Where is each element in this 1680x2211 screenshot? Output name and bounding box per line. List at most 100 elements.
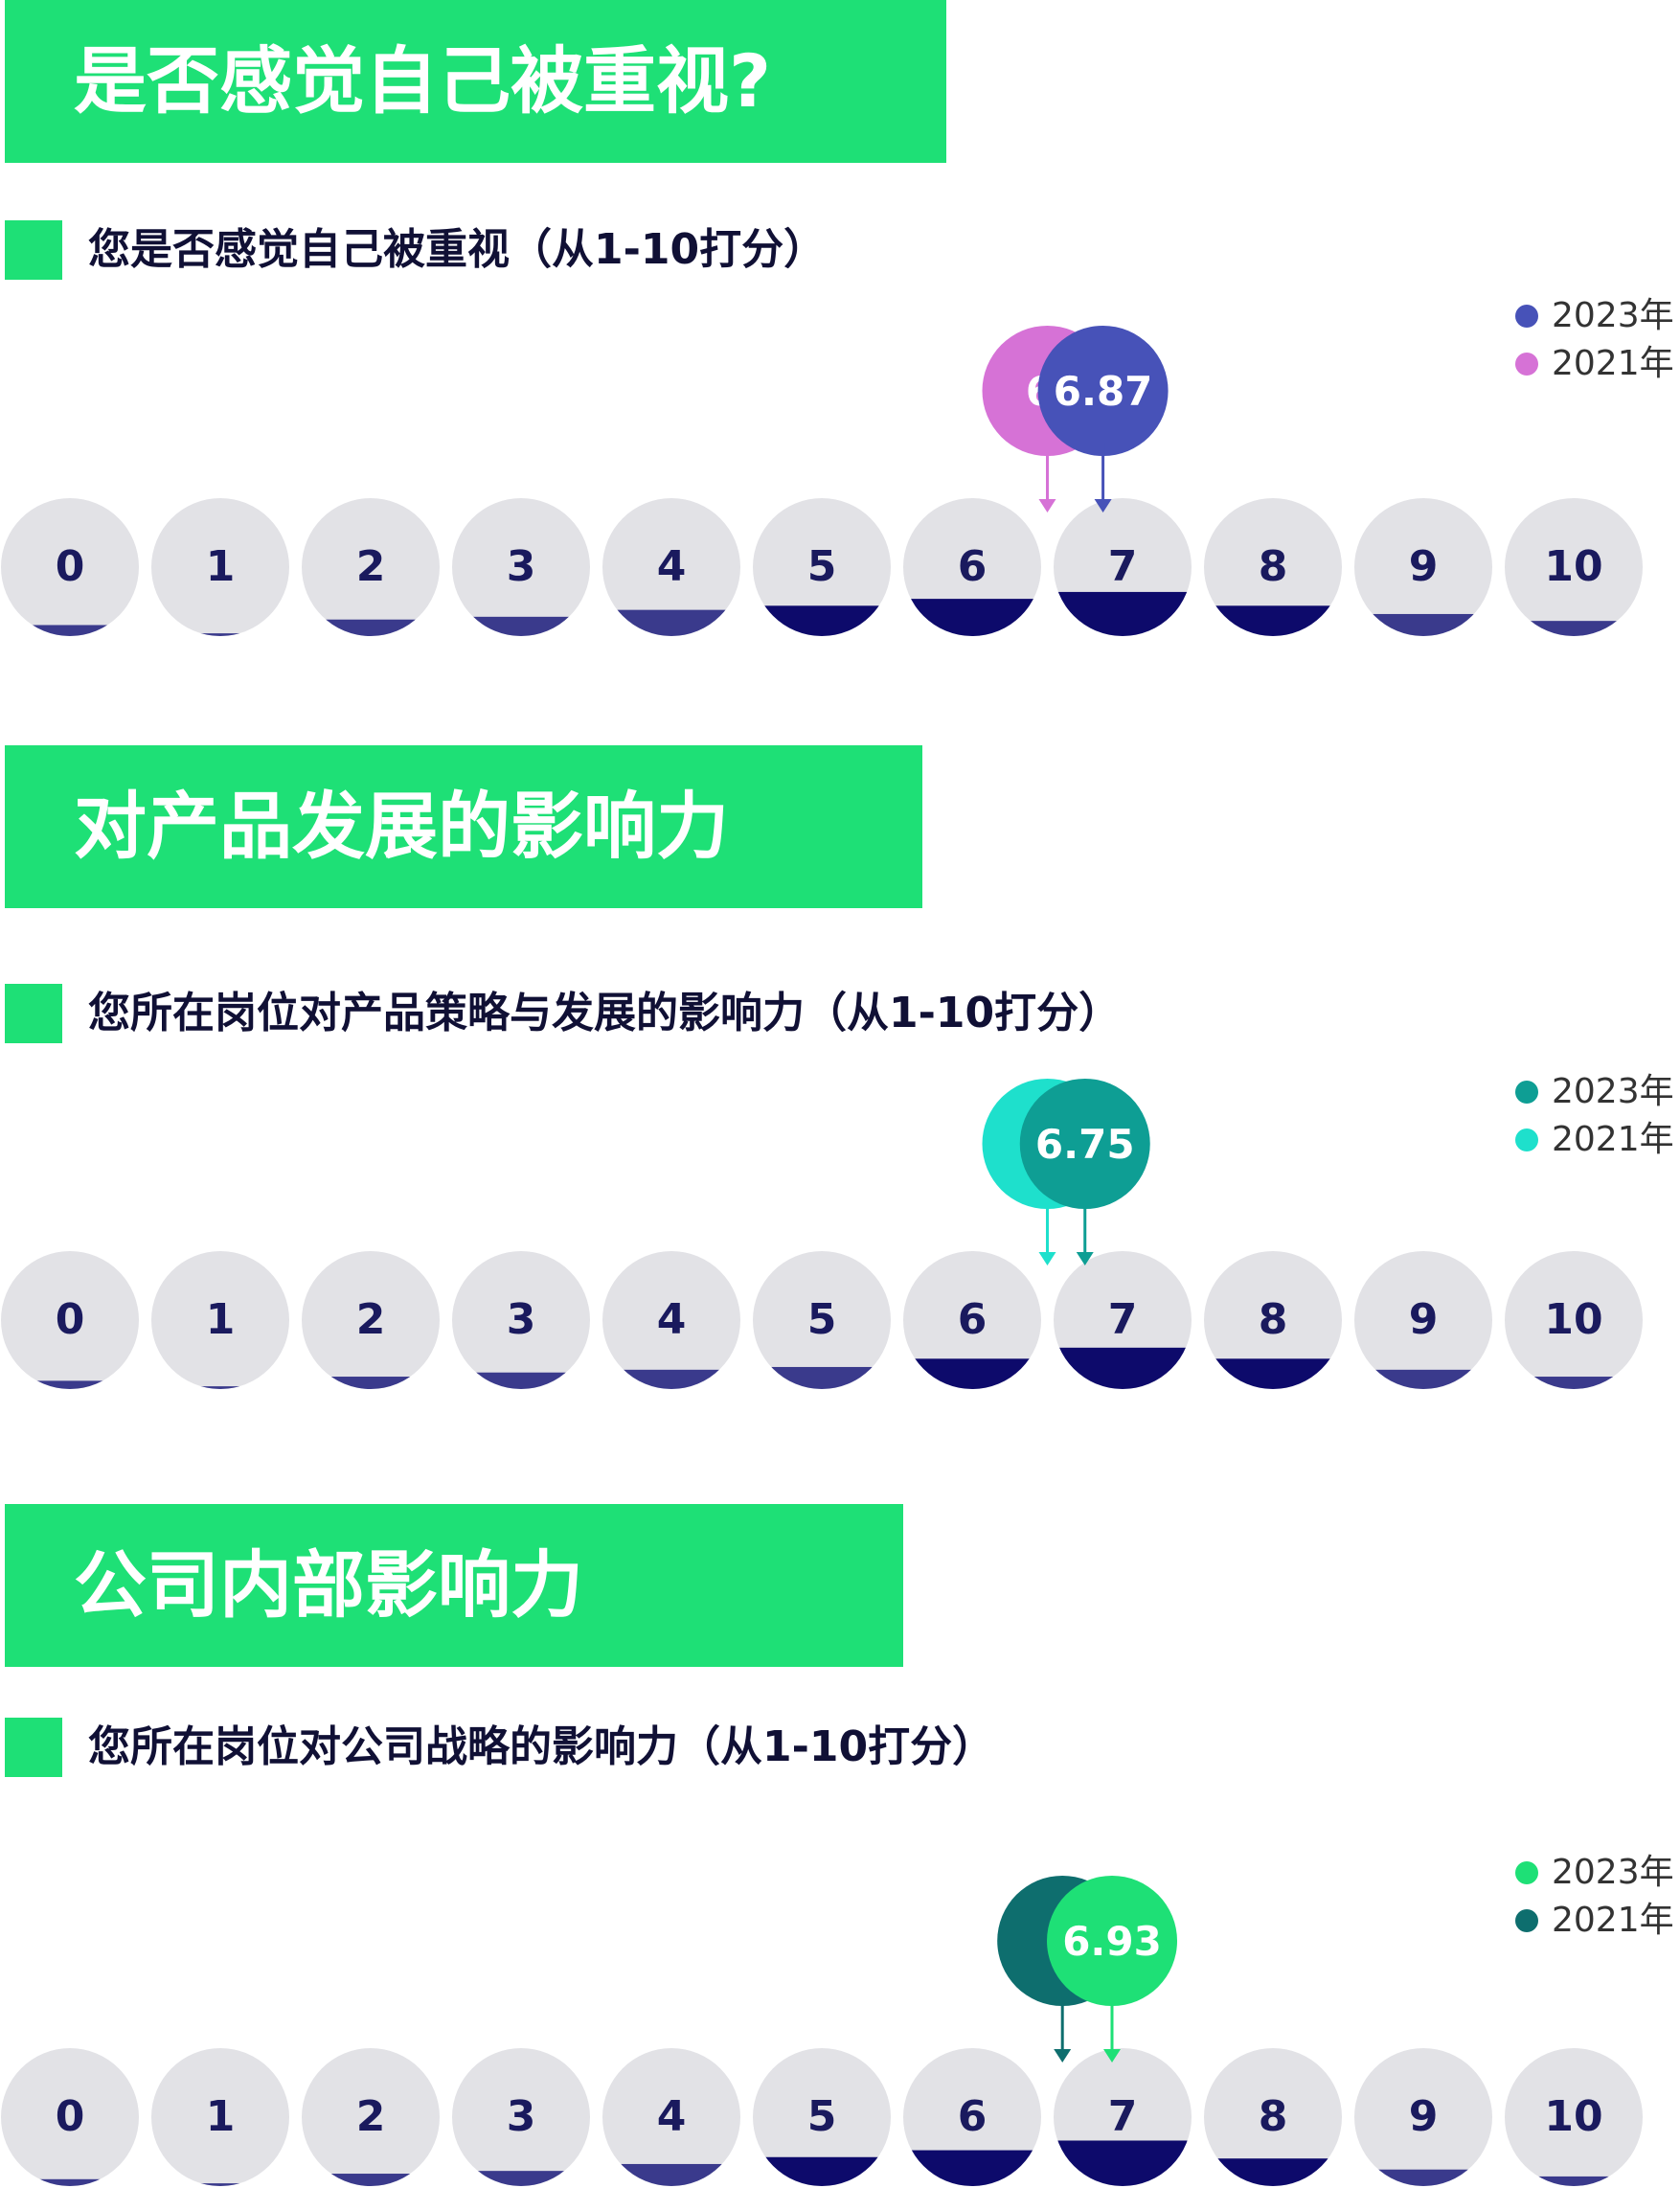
scale-label: 2 [356, 2092, 386, 2141]
mean-arrow-head [1054, 2049, 1072, 2063]
scale-fill-bar [753, 605, 891, 636]
scale-label: 4 [657, 542, 687, 591]
section-title: 是否感觉自己被重视? [74, 38, 772, 124]
mean-label: 6.75 [1035, 1121, 1135, 1168]
scale-label: 1 [206, 542, 236, 591]
section-valued: 是否感觉自己被重视? 您是否感觉自己被重视（从1-10打分） 2023年 202… [0, 0, 1680, 651]
rating-chart: 01234567891066.75 [1, 1079, 1643, 1389]
scale-point-9: 9 [1354, 498, 1492, 636]
scale-label: 8 [1259, 1295, 1288, 1344]
scale-point-6: 6 [903, 2048, 1041, 2186]
scale-fill-bar [1204, 1358, 1342, 1389]
section-product-influence: 对产品发展的影响力 您所在岗位对产品策略与发展的影响力（从1-10打分） 202… [0, 745, 1680, 1397]
scale-label: 0 [56, 2092, 85, 2141]
scale-point-8: 8 [1204, 2048, 1342, 2186]
question-text: 您所在岗位对产品策略与发展的影响力（从1-10打分） [88, 989, 1122, 1037]
scale-point-7: 7 [1054, 2048, 1192, 2186]
scale-fill-bar [602, 609, 740, 636]
scale-fill-bar [1354, 613, 1492, 636]
scale-fill-bar [903, 599, 1041, 636]
scale-label: 0 [56, 1295, 85, 1344]
scale-label: 5 [807, 2092, 837, 2141]
mean-marker-2023年: 6.75 [1019, 1079, 1150, 1265]
scale-point-0: 0 [1, 2048, 139, 2186]
scale-fill-bar [151, 2183, 289, 2186]
scale-point-1: 1 [151, 2048, 289, 2186]
scale-fill-bar [151, 1386, 289, 1389]
scale-fill-bar [602, 1369, 740, 1389]
scale-point-4: 4 [602, 498, 740, 636]
scale-fill-bar [1204, 605, 1342, 636]
scale-fill-bar [1054, 591, 1192, 636]
mean-arrow-head [1038, 499, 1056, 513]
section-title: 公司内部影响力 [74, 1542, 583, 1628]
section-banner: 公司内部影响力 [5, 1504, 903, 1667]
scale-fill-bar [302, 619, 440, 636]
scale-fill-bar [903, 2150, 1041, 2186]
scale-fill-bar [1, 1380, 139, 1389]
scale-point-8: 8 [1204, 1251, 1342, 1389]
rating-chart: 0123456789106.6.87 [1, 326, 1643, 636]
question-text: 您是否感觉自己被重视（从1-10打分） [88, 225, 827, 274]
scale-label: 1 [206, 2092, 236, 2141]
scale-label: 7 [1108, 1295, 1138, 1344]
scale-fill-bar [1354, 1369, 1492, 1389]
mean-arrow-head [1038, 1252, 1056, 1265]
scale-label: 4 [657, 2092, 687, 2141]
mean-marker-2023年: 6.87 [1037, 326, 1169, 513]
scale-fill-bar [1, 2178, 139, 2186]
scale-point-4: 4 [602, 2048, 740, 2186]
scale-point-4: 4 [602, 1251, 740, 1389]
scale-fill-bar [302, 1377, 440, 1389]
scale-label: 0 [56, 542, 85, 591]
scale-label: 7 [1108, 2092, 1138, 2141]
scale-fill-bar [1505, 1377, 1643, 1389]
scale-label: 2 [356, 542, 386, 591]
scale-point-3: 3 [452, 2048, 590, 2186]
scale-point-10: 10 [1505, 1251, 1643, 1389]
scale-fill-bar [1354, 2169, 1492, 2186]
scale-fill-bar [1, 625, 139, 636]
scale-fill-bar [1505, 2176, 1643, 2186]
scale-point-2: 2 [302, 1251, 440, 1389]
scale-point-9: 9 [1354, 2048, 1492, 2186]
scale-label: 10 [1544, 542, 1602, 591]
scale-label: 6 [958, 2092, 988, 2141]
scale-label: 1 [206, 1295, 236, 1344]
scale-fill-bar [302, 2174, 440, 2186]
scale-fill-bar [1204, 2158, 1342, 2186]
scale-point-1: 1 [151, 498, 289, 636]
mean-label: 6.87 [1054, 368, 1153, 415]
rating-chart: 012345678910(6.93 [1, 1876, 1643, 2186]
scale-fill-bar [452, 1372, 590, 1389]
scale-label: 4 [657, 1295, 687, 1344]
scale-label: 3 [507, 542, 536, 591]
scale-label: 5 [807, 1295, 837, 1344]
scale-point-7: 7 [1054, 1251, 1192, 1389]
scale-fill-bar [602, 2163, 740, 2186]
mean-label: 6.93 [1062, 1918, 1162, 1965]
scale-fill-bar [1054, 2140, 1192, 2186]
scale-point-0: 0 [1, 1251, 139, 1389]
section-title: 对产品发展的影响力 [74, 784, 729, 869]
scale-label: 10 [1544, 2092, 1602, 2141]
scale-point-6: 6 [903, 1251, 1041, 1389]
scale-point-9: 9 [1354, 1251, 1492, 1389]
scale-label: 3 [507, 1295, 536, 1344]
scale-fill-bar [151, 633, 289, 636]
scale-point-7: 7 [1054, 498, 1192, 636]
scale-fill-bar [753, 1366, 891, 1389]
question-marker [5, 220, 62, 280]
scale-point-10: 10 [1505, 2048, 1643, 2186]
question-marker [5, 984, 62, 1043]
scale-point-6: 6 [903, 498, 1041, 636]
scale-label: 5 [807, 542, 837, 591]
scale-label: 2 [356, 1295, 386, 1344]
scale-point-5: 5 [753, 498, 891, 636]
section-banner: 是否感觉自己被重视? [5, 0, 946, 163]
scale-point-2: 2 [302, 2048, 440, 2186]
scale-fill-bar [452, 2171, 590, 2186]
scale-label: 8 [1259, 2092, 1288, 2141]
scale-point-10: 10 [1505, 498, 1643, 636]
scale-label: 8 [1259, 542, 1288, 591]
